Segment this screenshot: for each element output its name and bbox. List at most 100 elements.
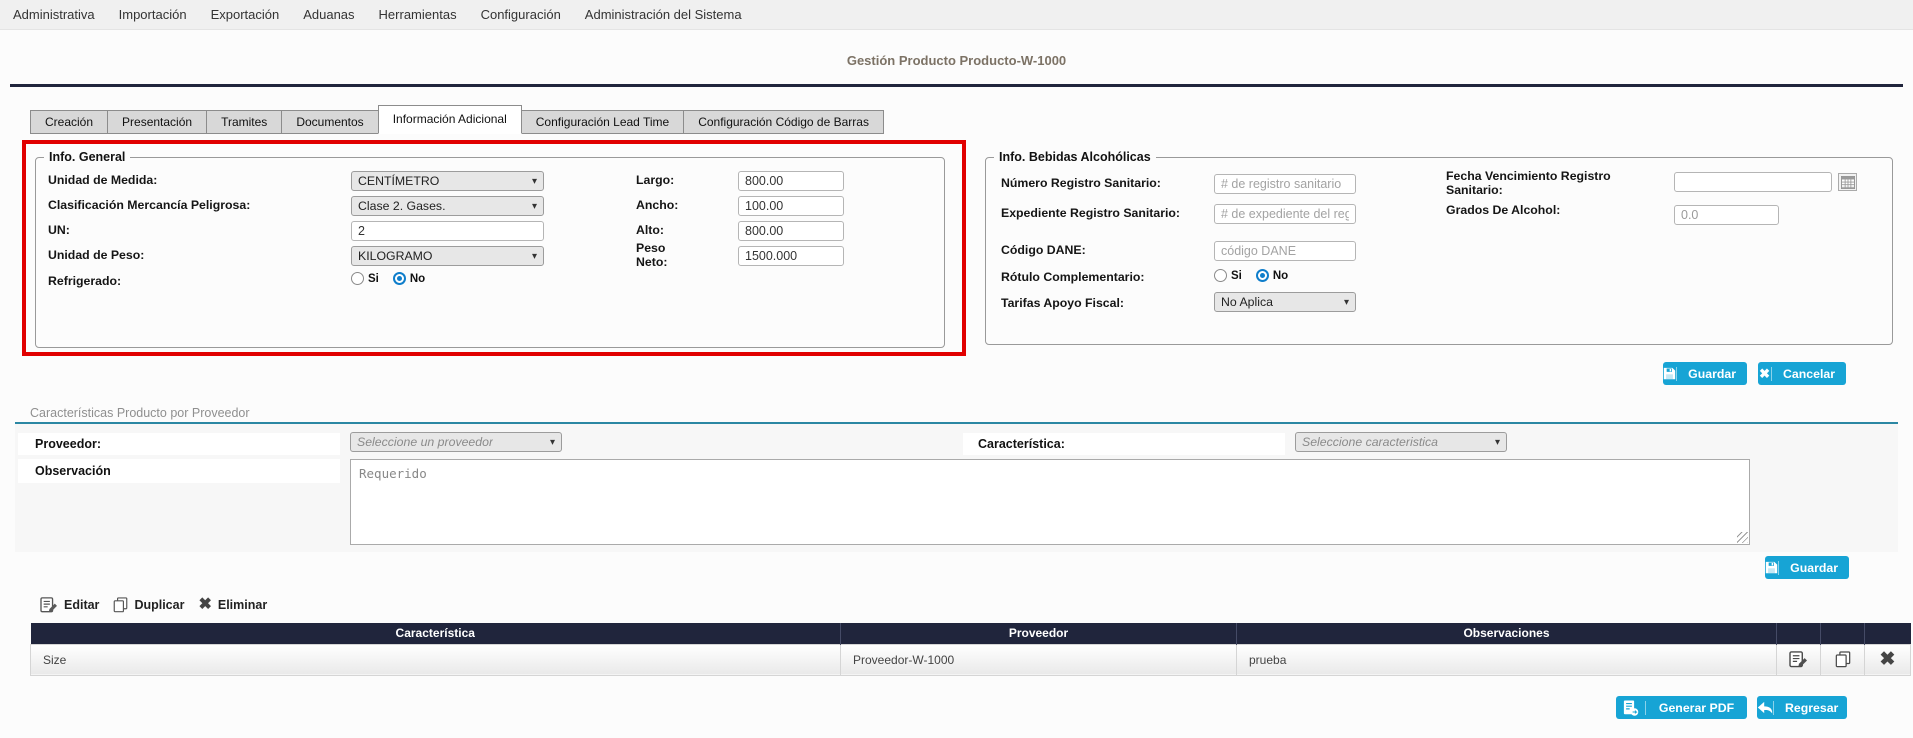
cancelar-label: Cancelar	[1772, 367, 1846, 381]
menu-item-importacion[interactable]: Importación	[119, 7, 187, 22]
fecha-vencimiento-label: Fecha Vencimiento Registro Sanitario:	[1446, 169, 1626, 197]
copy-icon	[113, 597, 128, 613]
fecha-vencimiento-input[interactable]	[1674, 172, 1832, 192]
cancelar-button[interactable]: ✖ Cancelar	[1758, 362, 1846, 385]
un-input[interactable]	[351, 221, 544, 241]
refrigerado-radio-no[interactable]: No	[393, 272, 425, 285]
menu-item-administrativa[interactable]: Administrativa	[13, 7, 95, 22]
menu-item-aduanas[interactable]: Aduanas	[303, 7, 354, 22]
caracteristica-select-value: Seleccione caracteristica	[1302, 435, 1438, 449]
proveedor-label: Proveedor:	[35, 437, 101, 451]
info-general-fieldset: Info. General Unidad de Medida: CENTÍMET…	[35, 157, 945, 348]
regresar-button[interactable]: Regresar	[1757, 696, 1847, 719]
refrigerado-radio-si[interactable]: Si	[351, 272, 379, 285]
numero-registro-input[interactable]	[1214, 174, 1356, 194]
grados-alcohol-label: Grados De Alcohol:	[1446, 203, 1560, 217]
page-title: Gestión Producto Producto-W-1000	[0, 53, 1913, 68]
radio-no-label: No	[1273, 270, 1288, 282]
proveedor-select-value: Seleccione un proveedor	[357, 435, 493, 449]
menu-item-exportacion[interactable]: Exportación	[211, 7, 280, 22]
clasificacion-peligrosa-select[interactable]: Clase 2. Gases. ▾	[351, 196, 544, 216]
alto-input[interactable]	[738, 221, 844, 241]
refrigerado-radio-group: Si No	[351, 272, 425, 285]
unidad-peso-value: KILOGRAMO	[358, 249, 432, 263]
observacion-textarea[interactable]	[350, 459, 1750, 545]
edit-icon	[40, 597, 58, 613]
row-copy-button[interactable]	[1821, 644, 1865, 675]
close-icon: ✖	[1758, 367, 1772, 381]
codigo-dane-input[interactable]	[1214, 241, 1356, 261]
chevron-down-icon: ▾	[1495, 437, 1500, 448]
tab-tramites[interactable]: Tramites	[206, 110, 282, 134]
ancho-label: Ancho:	[636, 198, 678, 212]
menu-item-configuracion[interactable]: Configuración	[481, 7, 561, 22]
unidad-medida-select[interactable]: CENTÍMETRO ▾	[351, 171, 544, 191]
codigo-dane-label: Código DANE:	[1001, 243, 1086, 257]
calendar-icon[interactable]	[1838, 173, 1857, 191]
tab-presentacion[interactable]: Presentación	[107, 110, 207, 134]
editar-label: Editar	[64, 598, 99, 612]
tab-creacion[interactable]: Creación	[30, 110, 108, 134]
observacion-label-cell: Observación	[18, 459, 340, 483]
tab-configuracion-codigo-barras[interactable]: Configuración Código de Barras	[683, 110, 884, 134]
top-menu: Administrativa Importación Exportación A…	[0, 0, 1913, 30]
proveedor-label-cell: Proveedor:	[18, 433, 340, 455]
observacion-label: Observación	[35, 464, 111, 478]
generar-pdf-button[interactable]: Generar PDF	[1616, 696, 1747, 719]
row-edit-button[interactable]	[1777, 644, 1821, 675]
unidad-peso-select[interactable]: KILOGRAMO ▾	[351, 246, 544, 266]
menu-item-administracion-sistema[interactable]: Administración del Sistema	[585, 7, 742, 22]
table-header-row: Característica Proveedor Observaciones	[31, 623, 1911, 644]
menu-item-herramientas[interactable]: Herramientas	[379, 7, 457, 22]
radio-si-label: Si	[368, 273, 379, 285]
column-header-delete	[1865, 623, 1911, 644]
rotulo-radio-si[interactable]: Si	[1214, 269, 1242, 282]
unidad-peso-label: Unidad de Peso:	[48, 248, 144, 262]
cell-proveedor: Proveedor-W-1000	[841, 644, 1237, 675]
regresar-label: Regresar	[1774, 701, 1849, 715]
chevron-down-icon: ▾	[532, 176, 537, 187]
info-bebidas-legend: Info. Bebidas Alcohólicas	[994, 150, 1156, 164]
expediente-registro-input[interactable]	[1214, 204, 1356, 224]
duplicar-label: Duplicar	[134, 598, 184, 612]
alto-label: Alto:	[636, 223, 664, 237]
eliminar-button[interactable]: ✖ Eliminar	[198, 597, 267, 613]
grados-alcohol-input[interactable]	[1674, 205, 1779, 225]
peso-neto-label: Peso Neto:	[636, 241, 691, 269]
row-delete-button[interactable]: ✖	[1865, 644, 1911, 675]
clasificacion-peligrosa-value: Clase 2. Gases.	[358, 199, 445, 213]
expediente-registro-label: Expediente Registro Sanitario:	[1001, 206, 1180, 220]
proveedor-select[interactable]: Seleccione un proveedor ▾	[350, 432, 562, 452]
peso-neto-input[interactable]	[738, 246, 844, 266]
tab-documentos[interactable]: Documentos	[281, 110, 378, 134]
rotulo-radio-no[interactable]: No	[1256, 269, 1288, 282]
tab-strip: Creación Presentación Tramites Documento…	[30, 104, 884, 134]
caracteristica-select[interactable]: Seleccione caracteristica ▾	[1295, 432, 1507, 452]
guardar-caracteristica-button[interactable]: Guardar	[1765, 556, 1849, 579]
section-title-caracteristicas: Características Producto por Proveedor	[30, 406, 250, 420]
column-header-observaciones: Observaciones	[1237, 623, 1777, 644]
table-toolbar: Editar Duplicar ✖ Eliminar	[40, 597, 267, 613]
delete-icon: ✖	[198, 597, 211, 613]
save-icon	[1765, 561, 1779, 575]
caracteristicas-table: Característica Proveedor Observaciones S…	[30, 623, 1911, 676]
column-header-copy	[1821, 623, 1865, 644]
pdf-icon	[1616, 701, 1646, 715]
duplicar-button[interactable]: Duplicar	[113, 597, 184, 613]
refrigerado-label: Refrigerado:	[48, 274, 121, 288]
guardar-label: Guardar	[1677, 367, 1747, 381]
cell-observaciones: prueba	[1237, 644, 1777, 675]
rotulo-complementario-label: Rótulo Complementario:	[1001, 270, 1144, 284]
largo-input[interactable]	[738, 171, 844, 191]
tab-informacion-adicional[interactable]: Información Adicional	[378, 105, 522, 134]
ancho-input[interactable]	[738, 196, 844, 216]
eliminar-label: Eliminar	[218, 598, 267, 612]
cell-caracteristica: Size	[31, 644, 841, 675]
info-bebidas-fieldset: Info. Bebidas Alcohólicas Número Registr…	[985, 157, 1893, 345]
save-icon	[1663, 367, 1677, 381]
tarifas-apoyo-fiscal-select[interactable]: No Aplica ▾	[1214, 292, 1356, 312]
title-divider	[10, 84, 1903, 87]
tab-configuracion-lead-time[interactable]: Configuración Lead Time	[521, 110, 684, 134]
editar-button[interactable]: Editar	[40, 597, 99, 613]
guardar-button[interactable]: Guardar	[1663, 362, 1747, 385]
